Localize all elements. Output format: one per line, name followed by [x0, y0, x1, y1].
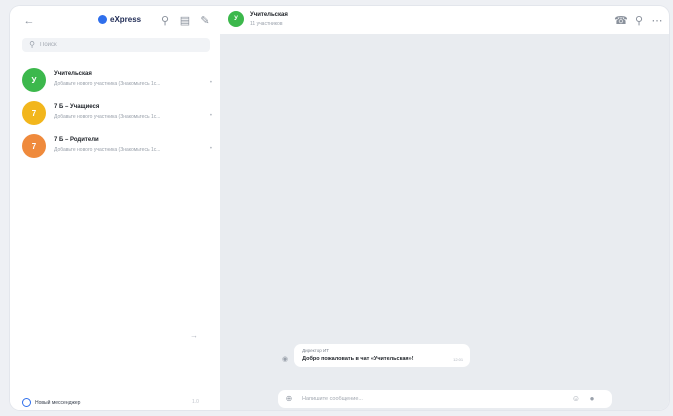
chat-last-message: Добавьте нового участника (Знакомьтесь 1…: [54, 114, 161, 120]
avatar: 7: [22, 101, 46, 125]
version-label: 1.0: [192, 399, 199, 405]
conversation-pane: У Учительская 11 участников ☎ ⚲ ⋯ ◉ Дире…: [220, 6, 669, 410]
sidebar: ← eXpress ⚲ ▤ ✎ ⚲ У Учительская Добавьте…: [10, 6, 220, 410]
back-arrow-icon[interactable]: ←: [22, 14, 36, 28]
search-icon[interactable]: ⚲: [632, 14, 646, 28]
chat-last-message: Добавьте нового участника (Знакомьтесь 1…: [54, 147, 161, 153]
search-box[interactable]: ⚲: [22, 38, 210, 52]
chat-last-message: Добавьте нового участника (Знакомьтесь 1…: [54, 81, 161, 87]
pin-icon: •: [209, 146, 212, 152]
conversation-avatar[interactable]: У: [228, 11, 244, 27]
microphone-icon[interactable]: ●: [587, 394, 597, 404]
conversation-header: У Учительская 11 участников ☎ ⚲ ⋯: [220, 6, 669, 34]
chat-title: Учительская: [54, 71, 92, 77]
more-options-icon[interactable]: ⋯: [650, 14, 664, 28]
conversation-title[interactable]: Учительская: [250, 12, 288, 18]
sidebar-header: ← eXpress ⚲ ▤ ✎: [10, 6, 220, 34]
logo-mark-icon: [98, 15, 107, 24]
message-time: 12:01: [453, 357, 464, 362]
app-window: ← eXpress ⚲ ▤ ✎ ⚲ У Учительская Добавьте…: [10, 6, 669, 410]
bot-icon: ◉: [282, 356, 289, 363]
chat-list-item-7b-students[interactable]: 7 7 Б – Учащиеся Добавьте нового участни…: [18, 99, 216, 129]
search-input[interactable]: [37, 39, 200, 51]
pin-icon: •: [209, 80, 212, 86]
message-input[interactable]: [294, 392, 559, 406]
call-icon[interactable]: ☎: [614, 14, 628, 28]
contacts-icon[interactable]: ▤: [178, 14, 192, 28]
message-bubble[interactable]: Директор ИТ Добро пожаловать в чат «Учит…: [294, 344, 471, 367]
logo-text: eXpress: [110, 15, 142, 24]
pin-icon: •: [209, 113, 212, 119]
new-chat-icon[interactable]: ✎: [198, 14, 212, 28]
avatar: У: [22, 68, 46, 92]
footer-link[interactable]: Новый мессенджер: [22, 398, 80, 407]
search-icon[interactable]: ⚲: [158, 14, 172, 28]
logo: eXpress: [98, 15, 141, 24]
message-text: Добро пожаловать в чат «Учительская»!: [302, 356, 414, 362]
footer-label: Новый мессенджер: [35, 399, 81, 406]
message-row: ◉ Директор ИТ Добро пожаловать в чат «Уч…: [282, 344, 471, 367]
chat-list-item-uchitelskaya[interactable]: У Учительская Добавьте нового участника …: [18, 66, 216, 96]
message-author: Директор ИТ: [302, 348, 329, 353]
info-icon: [22, 398, 31, 407]
collapse-arrow-icon[interactable]: →: [190, 331, 198, 340]
attach-icon[interactable]: ⊕: [284, 394, 294, 404]
conversation-members: 11 участников: [250, 21, 283, 27]
search-field-icon: ⚲: [29, 40, 35, 49]
chat-list-item-7b-parents[interactable]: 7 7 Б – Родители Добавьте нового участни…: [18, 132, 216, 162]
chat-title: 7 Б – Учащиеся: [54, 104, 100, 110]
message-composer: ⊕ ☺ ●: [278, 390, 612, 408]
emoji-icon[interactable]: ☺: [571, 394, 581, 404]
avatar: 7: [22, 134, 46, 158]
chat-title: 7 Б – Родители: [54, 137, 99, 143]
